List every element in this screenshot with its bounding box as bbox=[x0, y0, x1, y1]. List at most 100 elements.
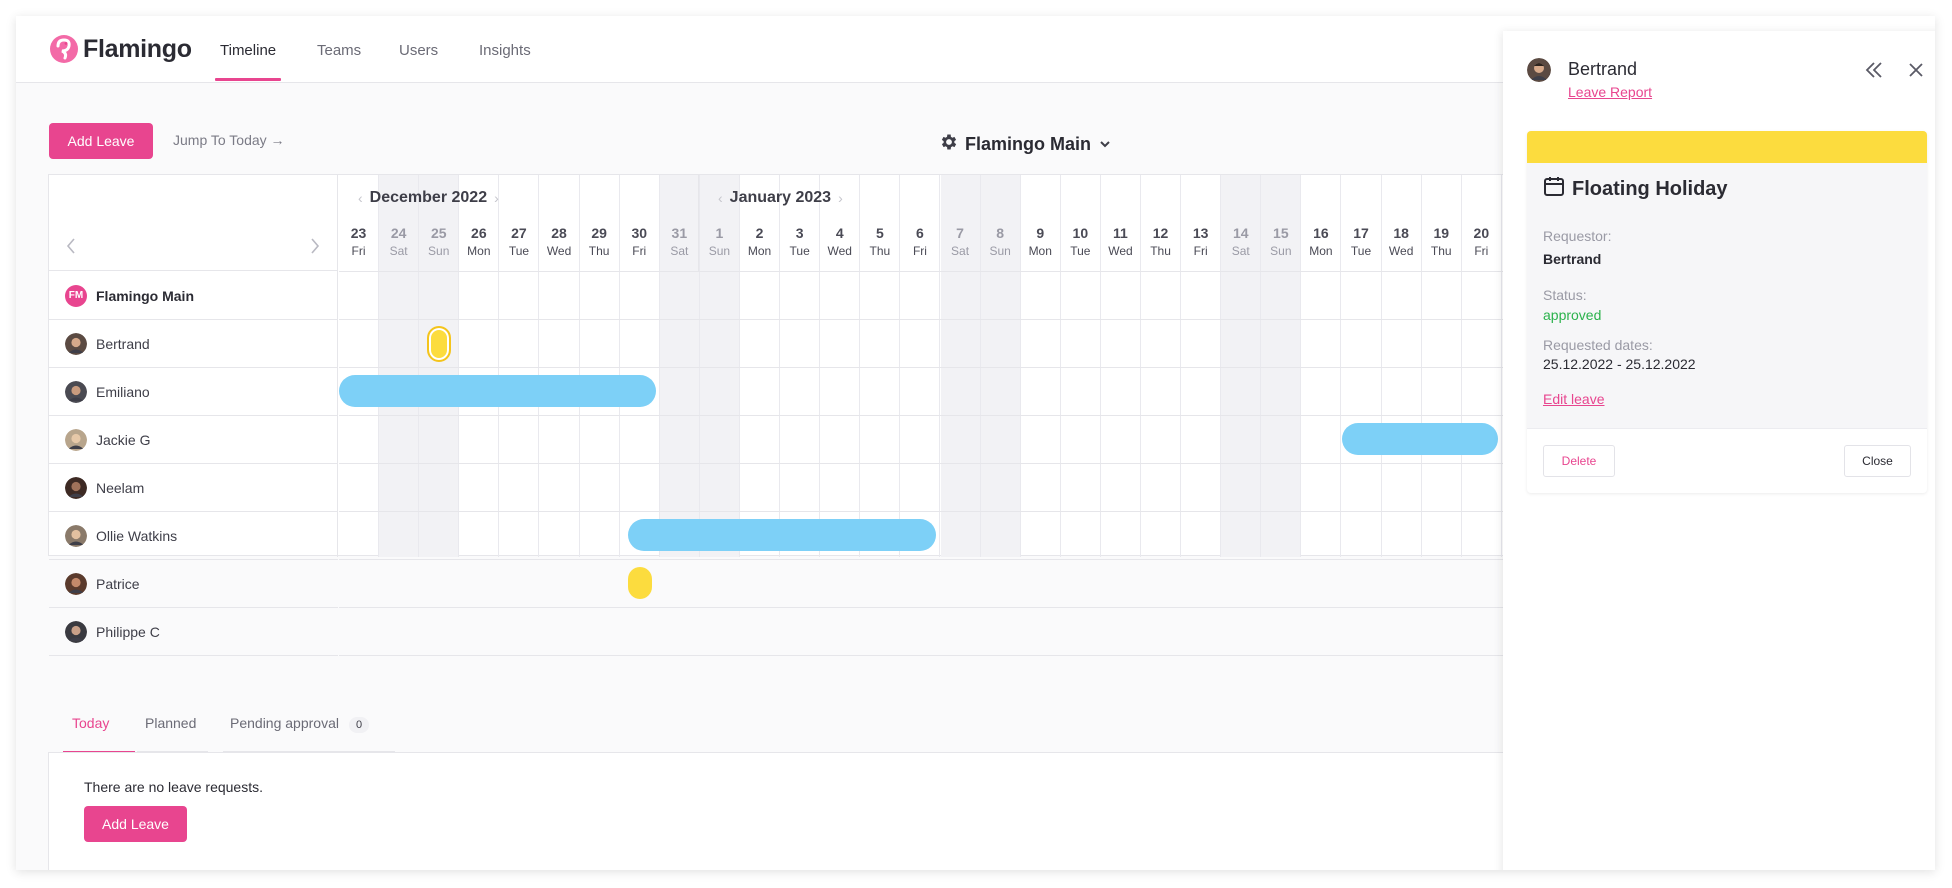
day-header: 14 Sat bbox=[1221, 225, 1260, 258]
day-number: 18 bbox=[1393, 225, 1409, 241]
day-column[interactable]: 15 Sun bbox=[1261, 175, 1302, 557]
next-month-icon[interactable]: › bbox=[838, 190, 843, 206]
close-icon[interactable] bbox=[1906, 60, 1926, 85]
day-header: 20 Fri bbox=[1462, 225, 1501, 258]
delete-button[interactable]: Delete bbox=[1543, 445, 1615, 477]
user-avatar bbox=[65, 332, 87, 355]
leave-bar[interactable] bbox=[1341, 423, 1498, 455]
day-number: 2 bbox=[755, 225, 764, 241]
gear-icon[interactable] bbox=[939, 132, 959, 157]
weekday-label: Thu bbox=[869, 244, 891, 258]
day-column[interactable]: 18 Wed bbox=[1382, 175, 1422, 557]
leave-bar[interactable] bbox=[339, 375, 656, 407]
day-column[interactable]: 6 Fri bbox=[900, 175, 941, 557]
day-column[interactable]: 23 Fri bbox=[339, 175, 380, 557]
tab-pending-approval[interactable]: Pending approval 0 bbox=[230, 715, 370, 733]
day-column[interactable]: 17 Tue bbox=[1342, 175, 1382, 557]
day-column[interactable]: 1 Sun bbox=[699, 175, 740, 557]
leave-report-link[interactable]: Leave Report bbox=[1568, 84, 1652, 100]
status-label: Status: bbox=[1543, 287, 1587, 303]
user-row-label[interactable]: Neelam bbox=[49, 464, 338, 512]
row-divider bbox=[339, 559, 1519, 560]
day-header: 4 Wed bbox=[820, 225, 859, 258]
day-number: 9 bbox=[1036, 225, 1045, 241]
day-header: 10 Tue bbox=[1061, 225, 1100, 258]
jump-to-today-link[interactable]: Jump To Today → bbox=[173, 132, 285, 148]
nav-tab-insights[interactable]: Insights bbox=[479, 42, 531, 59]
day-number: 11 bbox=[1113, 225, 1128, 241]
user-row-label[interactable]: Bertrand bbox=[49, 320, 338, 368]
nav-tab-teams[interactable]: Teams bbox=[317, 42, 361, 59]
next-period-icon[interactable] bbox=[309, 237, 321, 261]
add-leave-button-bottom[interactable]: Add Leave bbox=[84, 806, 187, 842]
day-column[interactable]: 27 Tue bbox=[499, 175, 540, 557]
day-column[interactable]: 4 Wed bbox=[820, 175, 861, 557]
day-column[interactable]: 7 Sat bbox=[940, 175, 981, 557]
leave-bar[interactable] bbox=[627, 519, 937, 551]
calendar-selector[interactable]: Flamingo Main bbox=[939, 132, 1111, 157]
day-column[interactable]: 12 Thu bbox=[1141, 175, 1182, 557]
user-row-label[interactable]: Jackie G bbox=[49, 416, 338, 464]
day-column[interactable]: 11 Wed bbox=[1101, 175, 1141, 557]
prev-month-icon[interactable]: ‹ bbox=[718, 190, 723, 206]
next-month-icon[interactable]: › bbox=[494, 190, 499, 206]
user-row-label[interactable]: Ollie Watkins bbox=[49, 512, 338, 560]
row-divider bbox=[339, 367, 1519, 368]
prev-period-icon[interactable] bbox=[65, 237, 77, 261]
day-column[interactable]: 28 Wed bbox=[540, 175, 580, 557]
active-tab-indicator bbox=[215, 78, 281, 81]
prev-month-icon[interactable]: ‹ bbox=[358, 190, 363, 206]
user-row-label[interactable]: Philippe C bbox=[49, 608, 338, 656]
day-column[interactable]: 8 Sun bbox=[980, 175, 1021, 557]
day-column[interactable]: 20 Fri bbox=[1462, 175, 1502, 557]
leave-bar[interactable] bbox=[427, 326, 452, 362]
requested-dates-value: 25.12.2022 - 25.12.2022 bbox=[1543, 356, 1696, 372]
day-column[interactable]: 24 Sat bbox=[379, 175, 420, 557]
day-column[interactable]: 3 Tue bbox=[780, 175, 821, 557]
user-row-label[interactable]: Emiliano bbox=[49, 368, 338, 416]
status-value: approved bbox=[1543, 307, 1602, 323]
tab-planned[interactable]: Planned bbox=[145, 715, 196, 731]
month-separator bbox=[698, 175, 699, 271]
double-chevron-left-icon[interactable] bbox=[1864, 60, 1884, 85]
day-number: 23 bbox=[350, 225, 367, 241]
day-column[interactable]: 14 Sat bbox=[1221, 175, 1262, 557]
day-column[interactable]: 2 Mon bbox=[740, 175, 781, 557]
requested-dates-label: Requested dates: bbox=[1543, 337, 1653, 353]
add-leave-button[interactable]: Add Leave bbox=[49, 123, 153, 159]
edit-leave-link[interactable]: Edit leave bbox=[1543, 391, 1604, 407]
team-row-label[interactable]: FM Flamingo Main bbox=[49, 272, 338, 320]
month-name: January 2023 bbox=[729, 189, 832, 206]
close-button[interactable]: Close bbox=[1844, 445, 1911, 477]
user-row-label[interactable]: Patrice bbox=[49, 560, 338, 608]
day-column[interactable]: 16 Mon bbox=[1301, 175, 1342, 557]
tab-today[interactable]: Today bbox=[72, 715, 109, 731]
app-logo[interactable]: Flamingo bbox=[49, 34, 192, 64]
day-column[interactable]: 19 Thu bbox=[1422, 175, 1462, 557]
day-header: 24 Sat bbox=[379, 225, 418, 258]
weekday-label: Wed bbox=[546, 244, 572, 258]
day-header: 7 Sat bbox=[941, 225, 980, 258]
nav-tab-timeline[interactable]: Timeline bbox=[220, 42, 276, 59]
day-column[interactable]: 9 Mon bbox=[1021, 175, 1061, 557]
day-column[interactable]: 31 Sat bbox=[659, 175, 700, 557]
day-column[interactable]: 29 Thu bbox=[580, 175, 620, 557]
weekday-label: Fri bbox=[1474, 244, 1489, 258]
weekday-label: Mon bbox=[1028, 244, 1052, 258]
user-name: Ollie Watkins bbox=[96, 527, 178, 544]
leave-bar[interactable] bbox=[627, 567, 652, 599]
day-header: 29 Thu bbox=[580, 225, 619, 258]
day-column[interactable]: 25 Sun bbox=[419, 175, 460, 557]
day-header: 27 Tue bbox=[499, 225, 538, 258]
user-name: Emiliano bbox=[96, 383, 150, 400]
user-avatar bbox=[65, 524, 87, 547]
leave-detail-panel: Bertrand Leave Report Floating Holiday R… bbox=[1503, 31, 1935, 870]
nav-tab-users[interactable]: Users bbox=[399, 42, 438, 59]
day-header: 13 Fri bbox=[1181, 225, 1220, 258]
day-column[interactable]: 13 Fri bbox=[1181, 175, 1222, 557]
day-column[interactable]: 30 Fri bbox=[620, 175, 660, 557]
day-number: 3 bbox=[795, 225, 804, 241]
day-column[interactable]: 10 Tue bbox=[1061, 175, 1101, 557]
day-column[interactable]: 5 Thu bbox=[860, 175, 901, 557]
day-column[interactable]: 26 Mon bbox=[459, 175, 500, 557]
